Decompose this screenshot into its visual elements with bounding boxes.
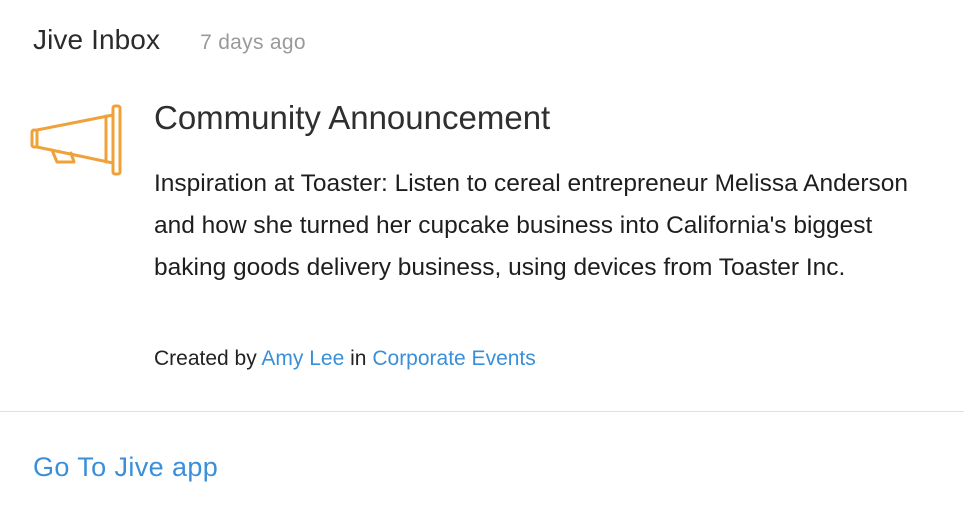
place-link[interactable]: Corporate Events bbox=[372, 347, 535, 370]
announcement-title: Community Announcement bbox=[154, 99, 551, 136]
author-link[interactable]: Amy Lee bbox=[261, 347, 344, 370]
go-to-jive-app-link[interactable]: Go To Jive app bbox=[33, 452, 218, 483]
created-by-label: Created by bbox=[154, 347, 257, 370]
announcement-meta: Created by Amy Lee in Corporate Events bbox=[154, 347, 536, 371]
app-title: Jive Inbox bbox=[33, 24, 161, 55]
inbox-header: Jive Inbox 7 days ago bbox=[33, 24, 306, 60]
megaphone-icon bbox=[30, 104, 124, 178]
timestamp: 7 days ago bbox=[200, 31, 306, 54]
announcement-body: Inspiration at Toaster: Listen to cereal… bbox=[154, 170, 909, 281]
divider bbox=[0, 411, 964, 412]
in-label: in bbox=[350, 347, 367, 370]
